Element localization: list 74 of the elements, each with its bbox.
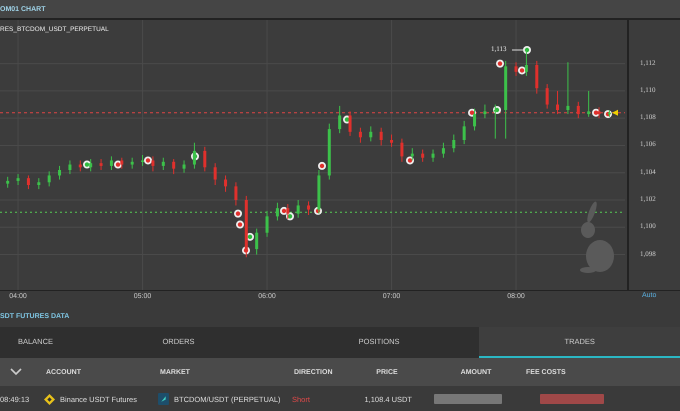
candle [130,157,134,170]
trade-marker [236,220,244,229]
candle [483,104,486,119]
candle [78,160,82,172]
candle [68,160,72,175]
candle [151,156,154,172]
candle [566,62,570,115]
trade-marker [493,106,501,114]
candle [296,200,300,218]
candle [16,174,20,186]
candle [141,154,144,166]
trade-marker [496,60,504,68]
trade-marker [144,156,152,164]
candle [100,158,103,170]
candle [524,50,528,76]
candle [556,90,560,115]
candle [452,134,456,153]
candle [390,134,394,148]
candle [276,202,279,221]
candle [192,142,196,170]
candle [234,182,238,206]
candle [494,104,497,140]
candle [266,210,269,238]
candle [514,62,518,76]
candle [410,148,414,161]
trade-marker [406,156,414,164]
rabbit-logo-icon [580,202,614,273]
candle [214,162,217,186]
candle [6,176,10,188]
candle [244,195,248,258]
candle [286,204,290,220]
candle [224,174,228,192]
redacted-block [540,394,604,404]
candle [608,110,611,118]
candle [89,158,92,172]
trade-marker [318,162,326,170]
trade-marker [604,110,612,118]
candle [598,106,601,119]
candle [380,127,383,146]
candle [348,110,352,136]
diamond-logo-icon [44,394,55,404]
trade-marker [523,46,531,54]
redacted-block [434,394,502,404]
candle [307,200,310,216]
candle [432,149,435,162]
candle [369,126,372,142]
candle [203,146,206,172]
candle [182,160,186,174]
candle [120,157,124,170]
candle [37,178,40,190]
coin-logo-icon [158,393,169,405]
candle [473,108,476,131]
candle [162,157,165,170]
candle [400,138,404,162]
candle [110,156,113,170]
trade-marker [234,210,242,218]
candle [587,90,590,118]
candle [48,170,51,187]
candle [442,142,445,158]
candle [535,60,538,94]
candle [172,158,176,175]
candle [358,127,362,144]
caret-icon[interactable] [10,368,22,376]
candle [462,120,466,145]
candle [328,123,331,180]
candle [58,165,62,180]
price-marker-icon [612,110,618,116]
candle [255,228,258,256]
candle [26,174,30,190]
candle [317,170,320,214]
candle [421,149,424,162]
candle [338,105,342,134]
candle [546,84,549,110]
candle [576,101,580,119]
